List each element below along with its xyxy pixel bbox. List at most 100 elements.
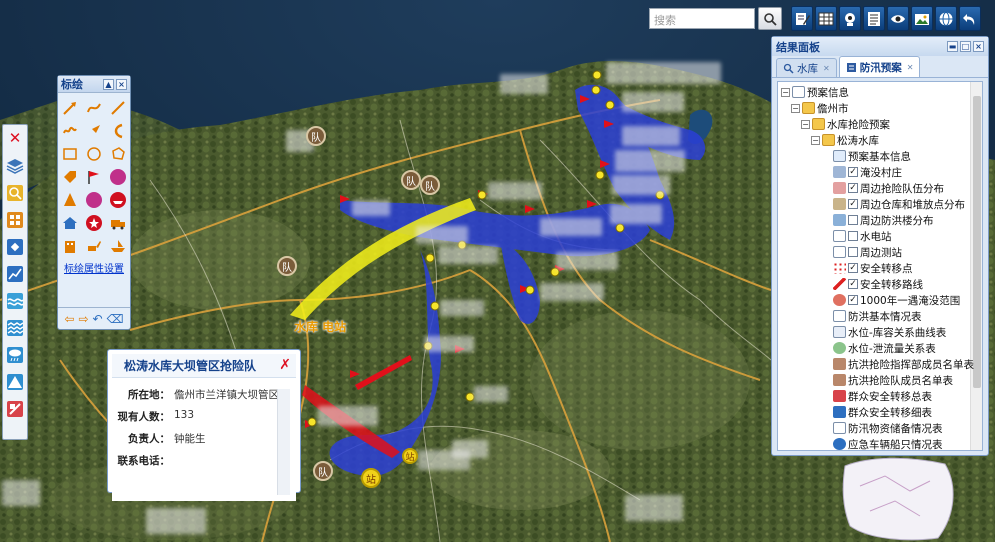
- freehand-tool[interactable]: [60, 121, 80, 141]
- layer-checkbox[interactable]: ✓: [848, 183, 858, 193]
- curved-arrow-tool[interactable]: [108, 121, 128, 141]
- tree-node[interactable]: 防洪基本情况表: [833, 308, 922, 324]
- close-button[interactable]: ×: [973, 41, 984, 52]
- layer-checkbox[interactable]: [848, 215, 858, 225]
- layer-checkbox[interactable]: [848, 231, 858, 241]
- prev-arrow-icon[interactable]: ⇦: [64, 312, 74, 326]
- polygon-tool[interactable]: [108, 144, 128, 164]
- scrollbar-thumb[interactable]: [973, 96, 981, 388]
- layer-checkbox[interactable]: ✓: [848, 295, 858, 305]
- tree-node[interactable]: ✓ 安全转移路线: [833, 276, 923, 292]
- cone-tool[interactable]: [60, 190, 80, 210]
- layer-checkbox[interactable]: ✓: [848, 263, 858, 273]
- view-tool-button[interactable]: [887, 6, 909, 31]
- team-badge[interactable]: 队: [401, 170, 421, 190]
- minimize-button[interactable]: ▬: [947, 41, 958, 52]
- tree-node[interactable]: 抗洪抢险指挥部成员名单表: [833, 356, 974, 372]
- tail-arrow-tool[interactable]: [84, 121, 104, 141]
- tag-tool[interactable]: [60, 167, 80, 187]
- tree-node[interactable]: ✓ 周边抢险队伍分布: [833, 180, 944, 196]
- layers-button[interactable]: [5, 155, 25, 176]
- search-input[interactable]: 搜索: [649, 8, 755, 29]
- arrow-line-tool[interactable]: [60, 98, 80, 118]
- list-tool-button[interactable]: [863, 6, 885, 31]
- grid-button[interactable]: [5, 209, 25, 230]
- tree-node[interactable]: ✓ 1000年一遇淹没范围: [833, 292, 960, 308]
- station-badge[interactable]: 站: [361, 468, 381, 488]
- tab-close-icon[interactable]: ✕: [823, 64, 830, 73]
- excavator-tool[interactable]: [84, 236, 104, 256]
- camera-tool-button[interactable]: [839, 6, 861, 31]
- tab-flood-plan[interactable]: 防汛预案 ✕: [838, 56, 921, 77]
- back-tool-button[interactable]: [959, 6, 981, 31]
- tree-node[interactable]: − 儋州市: [791, 100, 849, 116]
- tree-node[interactable]: ✓ 周边仓库和堆放点分布: [833, 196, 965, 212]
- tree-node[interactable]: − 预案信息: [781, 84, 849, 100]
- tree-node[interactable]: 水位-泄流量关系表: [833, 340, 936, 356]
- waves-button[interactable]: [5, 317, 25, 338]
- station-badge[interactable]: 站: [402, 448, 418, 464]
- team-badge[interactable]: 队: [277, 256, 297, 276]
- tree-node[interactable]: 周边测站: [833, 244, 902, 260]
- edit-tool-button[interactable]: [791, 6, 813, 31]
- close-button[interactable]: ×: [116, 78, 127, 90]
- tree-node[interactable]: 应急车辆船只情况表: [833, 436, 943, 450]
- rectangle-tool[interactable]: [60, 144, 80, 164]
- restore-button[interactable]: □: [960, 41, 971, 52]
- layer-checkbox[interactable]: ✓: [848, 279, 858, 289]
- next-arrow-icon[interactable]: ⇨: [78, 312, 88, 326]
- tree-node[interactable]: 群众安全转移细表: [833, 404, 932, 420]
- close-icon[interactable]: ✗: [279, 358, 291, 372]
- end-marker-tool[interactable]: [84, 190, 104, 210]
- layer-checkbox[interactable]: ✓: [848, 167, 858, 177]
- tab-close-icon[interactable]: ✕: [907, 63, 914, 72]
- line-tool[interactable]: [108, 98, 128, 118]
- warning-button[interactable]: [5, 371, 25, 392]
- truck-tool[interactable]: [108, 213, 128, 233]
- tree-node[interactable]: 预案基本信息: [833, 148, 911, 164]
- boat-tool[interactable]: [108, 236, 128, 256]
- tree-node[interactable]: − 水库抢险预案: [801, 116, 890, 132]
- table-tool-button[interactable]: [815, 6, 837, 31]
- image-tool-button[interactable]: [911, 6, 933, 31]
- close-icon[interactable]: ✕: [5, 128, 25, 149]
- tree-node[interactable]: 防汛物资储备情况表: [833, 420, 943, 436]
- tree-toggle[interactable]: −: [791, 103, 800, 113]
- tree-node[interactable]: 水电站: [833, 228, 892, 244]
- building-tool[interactable]: [60, 236, 80, 256]
- team-badge[interactable]: 队: [420, 175, 440, 195]
- start-marker-tool[interactable]: [108, 167, 128, 187]
- tree-node[interactable]: 群众安全转移总表: [833, 388, 932, 404]
- undo-icon[interactable]: ↶: [93, 312, 103, 326]
- star-tool[interactable]: [84, 213, 104, 233]
- tree-node[interactable]: ✓ 安全转移点: [833, 260, 913, 276]
- collapse-button[interactable]: ▲: [103, 78, 114, 90]
- draw-properties-link[interactable]: 标绘属性设置: [58, 260, 130, 275]
- rain-button[interactable]: [5, 344, 25, 365]
- layer-checkbox[interactable]: [848, 247, 858, 257]
- tree-node[interactable]: ✓ 淹没村庄: [833, 164, 902, 180]
- layer-checkbox[interactable]: ✓: [848, 199, 858, 209]
- tree-toggle[interactable]: −: [811, 135, 820, 145]
- tree-node[interactable]: 水位-库容关系曲线表: [833, 324, 946, 340]
- tree-node[interactable]: 周边防洪楼分布: [833, 212, 934, 228]
- eraser-icon[interactable]: ⌫: [107, 312, 124, 326]
- tree-node[interactable]: − 松涛水库: [811, 132, 879, 148]
- water-level-button[interactable]: [5, 290, 25, 311]
- ship-tool[interactable]: [108, 190, 128, 210]
- house-tool[interactable]: [60, 213, 80, 233]
- report-button[interactable]: [5, 398, 25, 419]
- curve-tool[interactable]: [84, 98, 104, 118]
- tree-node[interactable]: 抗洪抢险队成员名单表: [833, 372, 953, 388]
- team-badge[interactable]: 队: [313, 461, 333, 481]
- flag-tool[interactable]: [84, 167, 104, 187]
- satellite-button[interactable]: [5, 236, 25, 257]
- query-button[interactable]: [5, 182, 25, 203]
- circle-tool[interactable]: [84, 144, 104, 164]
- search-button[interactable]: [758, 7, 782, 30]
- scrollbar[interactable]: [970, 82, 982, 450]
- tab-reservoir[interactable]: 水库 ✕: [776, 58, 837, 77]
- chart-button[interactable]: [5, 263, 25, 284]
- globe-tool-button[interactable]: [935, 6, 957, 31]
- tree-toggle[interactable]: −: [801, 119, 810, 129]
